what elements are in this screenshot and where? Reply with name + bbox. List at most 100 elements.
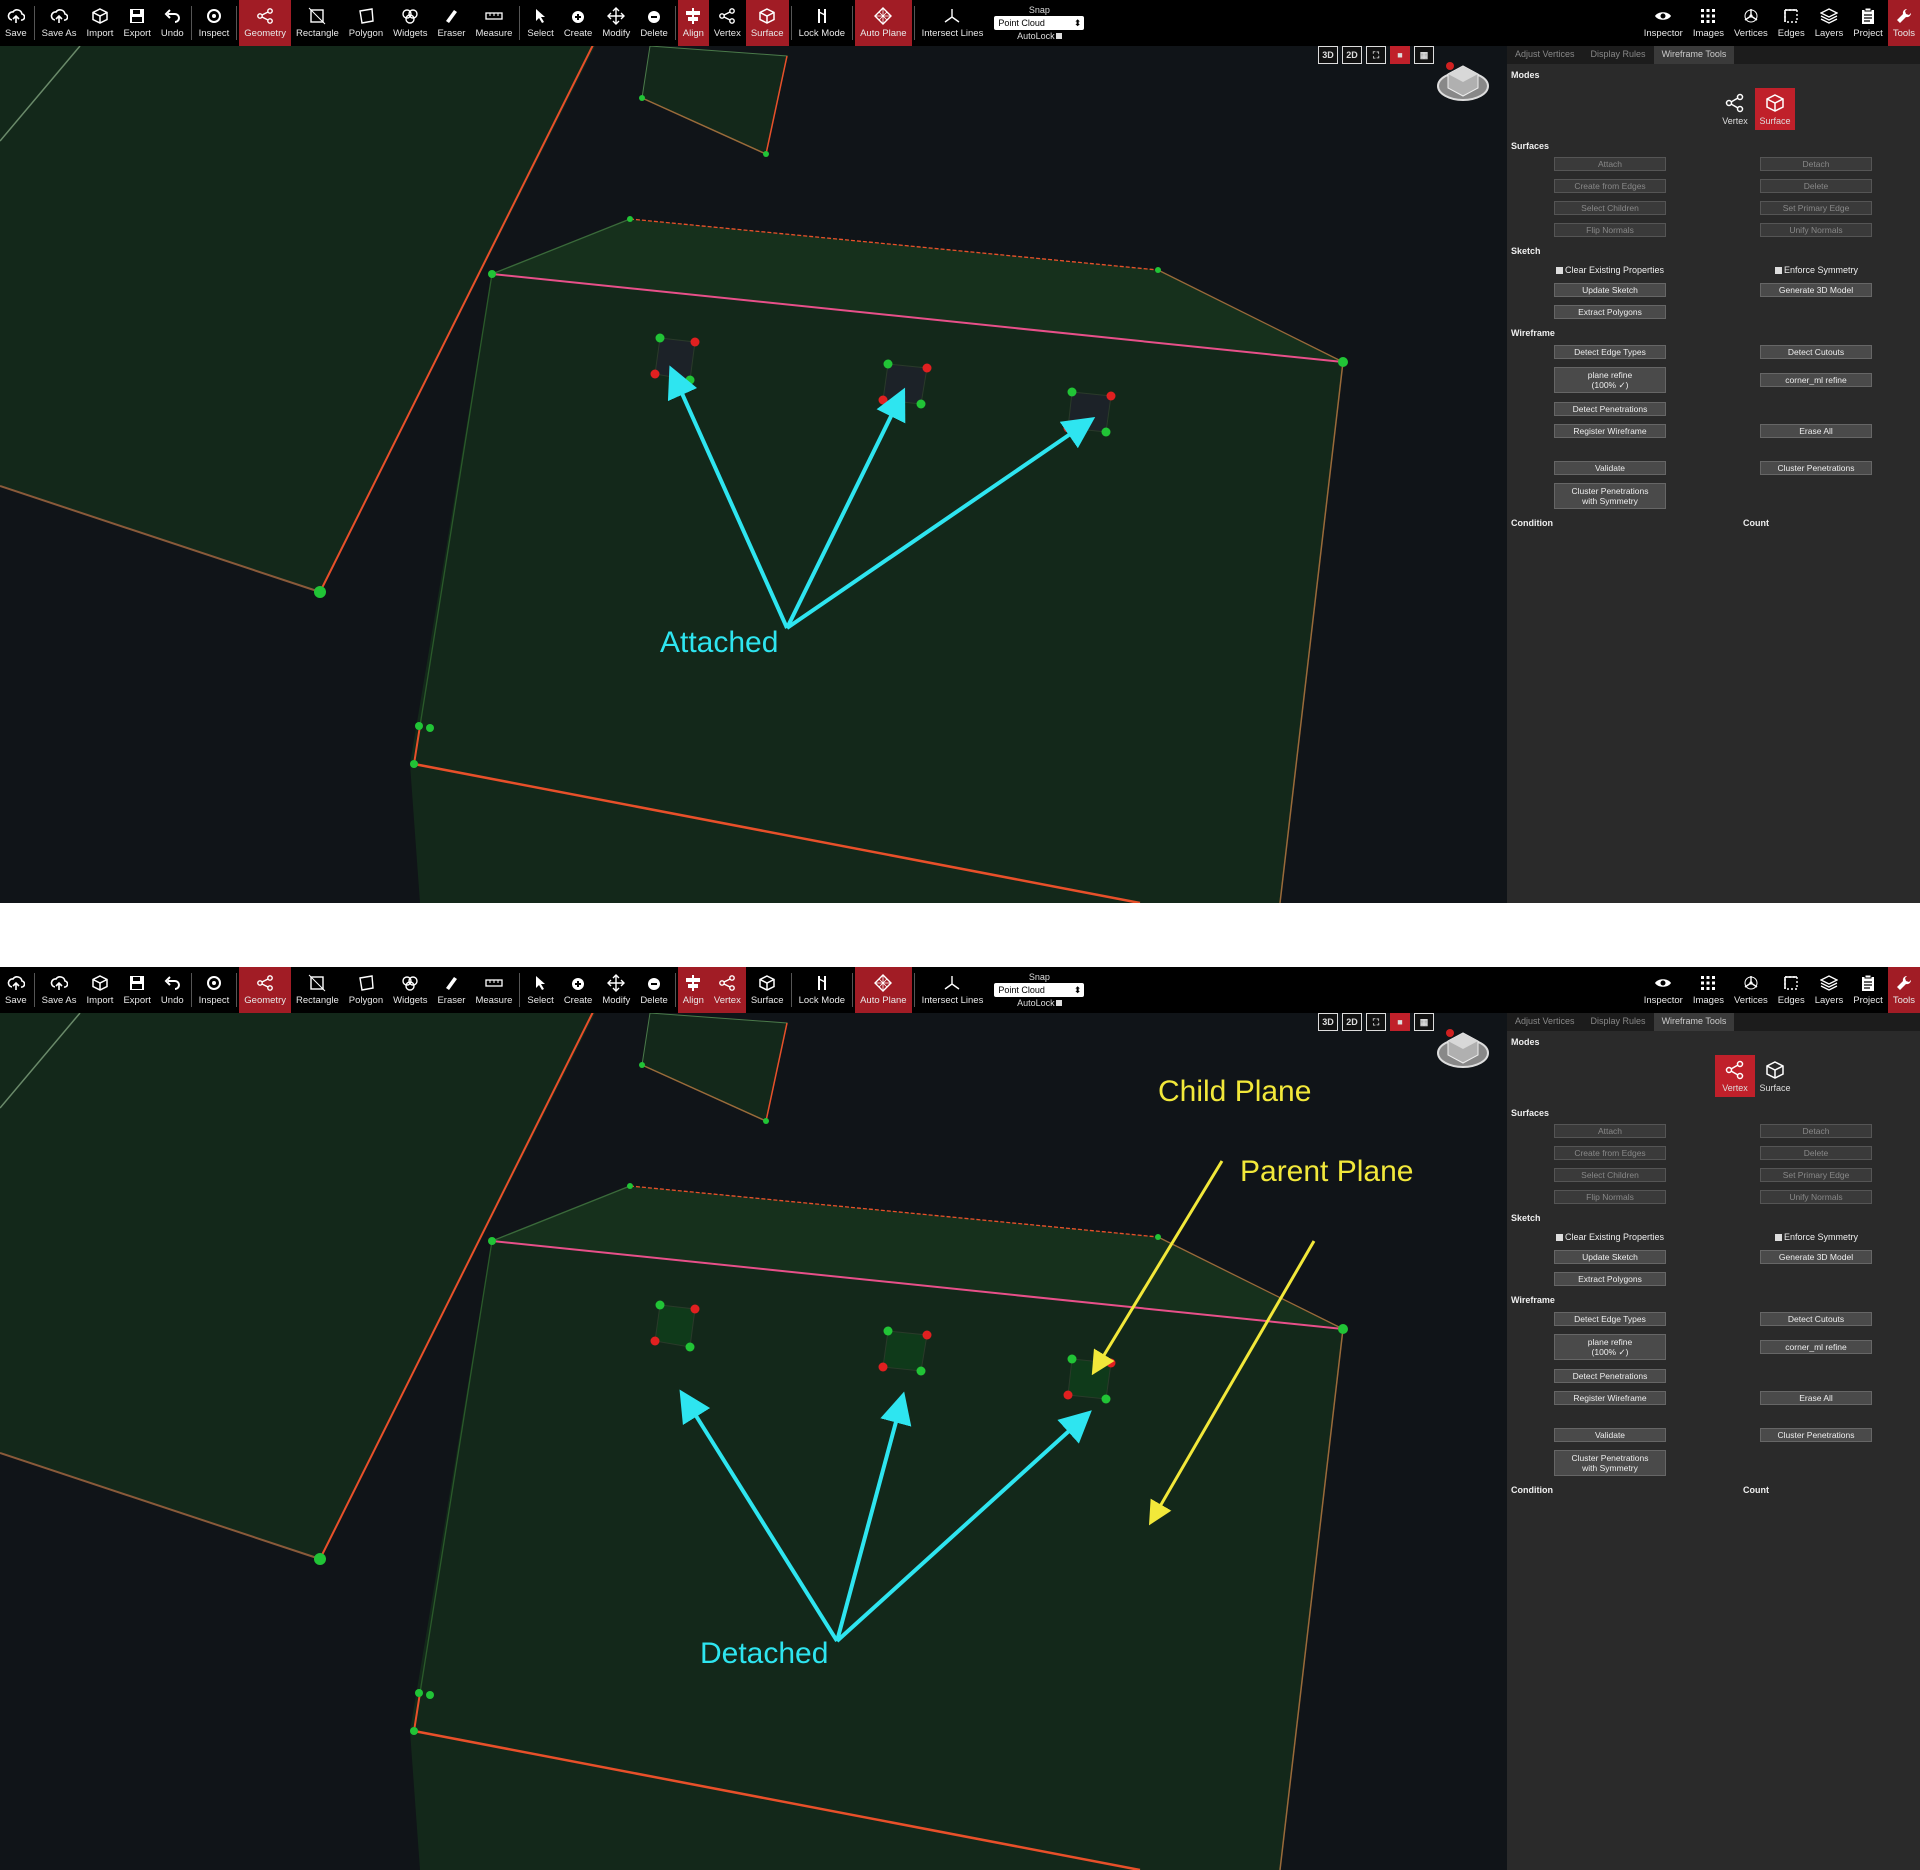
vertex-point[interactable] <box>426 1691 434 1699</box>
unify-normals-button[interactable]: Unify Normals <box>1760 1190 1872 1204</box>
validate-button[interactable]: Validate <box>1554 461 1666 475</box>
3d-viewport[interactable]: Attached <box>0 46 1507 903</box>
mode-vertex-button[interactable]: Vertex <box>1715 88 1755 130</box>
vertex-point[interactable] <box>1155 1234 1161 1240</box>
corner-ml-refine-button[interactable]: corner_ml refine <box>1760 373 1872 387</box>
toolbar-rectangle-button[interactable]: Rectangle <box>291 967 344 1013</box>
toolbar-eraser-button[interactable]: Eraser <box>432 967 470 1013</box>
cluster-penetrations-symmetry-button[interactable]: Cluster Penetrations with Symmetry <box>1554 1450 1666 1476</box>
parent-plane[interactable] <box>410 274 1343 903</box>
mode-surface-button[interactable]: Surface <box>1755 88 1795 130</box>
toolbar-inspect-button[interactable]: Inspect <box>194 967 235 1013</box>
vertex-point[interactable] <box>1067 1354 1077 1364</box>
scene-canvas[interactable] <box>0 46 1507 903</box>
fullscreen-icon[interactable]: ⛶ <box>1366 1013 1386 1031</box>
detect-cutouts-button[interactable]: Detect Cutouts <box>1760 1312 1872 1326</box>
toolbar-images-button[interactable]: Images <box>1688 967 1729 1013</box>
child-plane[interactable] <box>1067 391 1112 433</box>
plane-refine-button[interactable]: plane refine (100% ✓) <box>1554 367 1666 393</box>
register-wireframe-button[interactable]: Register Wireframe <box>1554 1391 1666 1405</box>
vertex-point[interactable] <box>655 333 665 343</box>
toolbar-align-button[interactable]: Align <box>677 0 709 46</box>
toolbar-layers-button[interactable]: Layers <box>1810 967 1849 1013</box>
vertex-point[interactable] <box>627 216 633 222</box>
tab-display-rules[interactable]: Display Rules <box>1583 1013 1654 1031</box>
toolbar-inspect-button[interactable]: Inspect <box>194 0 235 46</box>
toolbar-undo-button[interactable]: Undo <box>156 0 189 46</box>
checkbox-box[interactable] <box>1556 1233 1563 1241</box>
toolbar-select-button[interactable]: Select <box>522 0 558 46</box>
toolbar-create-button[interactable]: Create <box>559 0 598 46</box>
tab-wireframe-tools[interactable]: Wireframe Tools <box>1653 46 1735 64</box>
toolbar-create-button[interactable]: Create <box>559 967 598 1013</box>
register-wireframe-button[interactable]: Register Wireframe <box>1554 424 1666 438</box>
vertex-point[interactable] <box>685 1342 695 1352</box>
vertex-point[interactable] <box>883 1326 893 1336</box>
vertex-point[interactable] <box>415 722 423 730</box>
toolbar-lock-mode-button[interactable]: Lock Mode <box>794 0 850 46</box>
toolbar-save-button[interactable]: Save <box>0 967 32 1013</box>
toolbar-measure-button[interactable]: Measure <box>470 0 517 46</box>
vertex-point[interactable] <box>1101 1394 1111 1404</box>
toolbar-surface-button[interactable]: Surface <box>746 967 789 1013</box>
vertex-point[interactable] <box>690 1304 700 1314</box>
tab-wireframe-tools[interactable]: Wireframe Tools <box>1653 1013 1735 1031</box>
flip-normals-button[interactable]: Flip Normals <box>1554 223 1666 237</box>
cluster-penetrations-button[interactable]: Cluster Penetrations <box>1760 461 1872 475</box>
vertex-point[interactable] <box>916 1366 926 1376</box>
toolbar-select-button[interactable]: Select <box>522 967 558 1013</box>
update-sketch-button[interactable]: Update Sketch <box>1554 1250 1666 1264</box>
set-primary-edge-button[interactable]: Set Primary Edge <box>1760 201 1872 215</box>
create-from-edges-button[interactable]: Create from Edges <box>1554 179 1666 193</box>
detect-penetrations-button[interactable]: Detect Penetrations <box>1554 402 1666 416</box>
grid-view-icon[interactable]: ▦ <box>1414 1013 1434 1031</box>
mode-vertex-button[interactable]: Vertex <box>1715 1055 1755 1097</box>
parent-plane[interactable] <box>410 1241 1343 1870</box>
detach-button[interactable]: Detach <box>1760 157 1872 171</box>
grid-view-icon[interactable]: ▦ <box>1414 46 1434 64</box>
vertex-point[interactable] <box>426 724 434 732</box>
clear-existing-properties-checkbox[interactable]: Clear Existing Properties <box>1556 265 1664 275</box>
update-sketch-button[interactable]: Update Sketch <box>1554 283 1666 297</box>
view-3d-button[interactable]: 3D <box>1318 1013 1338 1031</box>
vertex-point[interactable] <box>1063 1390 1073 1400</box>
corner-ml-refine-button[interactable]: corner_ml refine <box>1760 1340 1872 1354</box>
vertex-point[interactable] <box>878 395 888 405</box>
delete-surface-button[interactable]: Delete <box>1760 1146 1872 1160</box>
toolbar-layers-button[interactable]: Layers <box>1810 0 1849 46</box>
select-children-button[interactable]: Select Children <box>1554 201 1666 215</box>
attach-button[interactable]: Attach <box>1554 157 1666 171</box>
toolbar-polygon-button[interactable]: Polygon <box>344 967 388 1013</box>
view-2d-button[interactable]: 2D <box>1342 1013 1362 1031</box>
vertex-point[interactable] <box>650 369 660 379</box>
flip-normals-button[interactable]: Flip Normals <box>1554 1190 1666 1204</box>
vertex-point[interactable] <box>1338 1324 1348 1334</box>
toolbar-widgets-button[interactable]: Widgets <box>388 967 432 1013</box>
tab-adjust-vertices[interactable]: Adjust Vertices <box>1507 46 1583 64</box>
vertex-point[interactable] <box>883 359 893 369</box>
scene-canvas[interactable] <box>0 1013 1507 1870</box>
generate-3d-model-button[interactable]: Generate 3D Model <box>1760 1250 1872 1264</box>
toolbar-export-button[interactable]: Export <box>118 0 155 46</box>
toolbar-save-as-button[interactable]: Save As <box>37 0 82 46</box>
erase-all-button[interactable]: Erase All <box>1760 424 1872 438</box>
vertex-point[interactable] <box>922 1330 932 1340</box>
camera-icon[interactable]: ■ <box>1390 1013 1410 1031</box>
vertex-point[interactable] <box>1067 387 1077 397</box>
toolbar-edges-button[interactable]: Edges <box>1773 967 1810 1013</box>
toolbar-surface-button[interactable]: Surface <box>745 0 789 46</box>
view-2d-button[interactable]: 2D <box>1342 46 1362 64</box>
toolbar-intersect-lines-button[interactable]: Intersect Lines <box>917 0 989 46</box>
toolbar-modify-button[interactable]: Modify <box>597 967 635 1013</box>
child-plane[interactable] <box>654 1304 696 1348</box>
vertex-point[interactable] <box>916 399 926 409</box>
toolbar-edges-button[interactable]: Edges <box>1773 0 1810 46</box>
vertex-point[interactable] <box>878 1362 888 1372</box>
toolbar-delete-button[interactable]: Delete <box>635 0 672 46</box>
extract-polygons-button[interactable]: Extract Polygons <box>1554 1272 1666 1286</box>
toolbar-save-as-button[interactable]: Save As <box>37 967 82 1013</box>
child-plane[interactable] <box>654 337 696 381</box>
toolbar-inspector-button[interactable]: Inspector <box>1639 0 1688 46</box>
toolbar-align-button[interactable]: Align <box>677 967 709 1013</box>
toolbar-vertex-button[interactable]: Vertex <box>709 0 746 46</box>
